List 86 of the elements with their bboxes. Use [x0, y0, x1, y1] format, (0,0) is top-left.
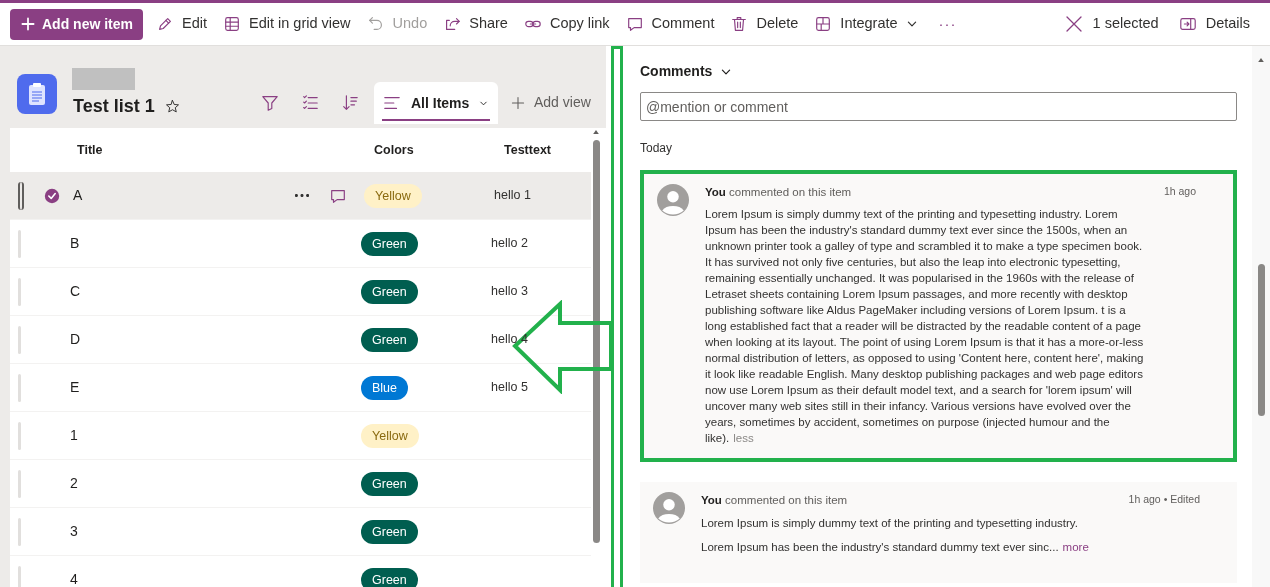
table-cell-text: hello 2: [491, 235, 528, 253]
table-cell-text: hello 5: [491, 379, 528, 397]
day-label: Today: [640, 140, 674, 157]
checked-circle-icon: [44, 187, 60, 204]
color-tag: Green: [361, 471, 418, 497]
share-icon: [443, 15, 462, 33]
color-tag: Green: [361, 231, 418, 257]
star-icon: [164, 99, 180, 114]
toggle-link[interactable]: more: [1062, 540, 1089, 553]
comment-input[interactable]: @mention or comment: [640, 92, 1237, 121]
column-header[interactable]: Testtext: [504, 140, 551, 160]
integrate-button[interactable]: Integrate: [807, 8, 925, 40]
comment-button[interactable]: Comment: [618, 8, 722, 40]
avatar-icon: [657, 184, 689, 216]
plus-icon: [20, 16, 36, 32]
row-title: 1: [70, 426, 79, 445]
color-tag: Green: [361, 519, 418, 545]
list-title: Test list 1: [73, 95, 155, 118]
scroll-up-icon: [1257, 56, 1265, 64]
color-tag: Blue: [361, 375, 409, 401]
comment-text: Lorem Ipsum is simply dummy text of the printing and typesetting industry.: [701, 515, 1079, 531]
row-title: C: [70, 282, 82, 301]
color-tag: Yellow: [361, 423, 419, 449]
redacted-block: [72, 68, 135, 90]
more-button[interactable]: ···: [926, 8, 969, 40]
undo-icon: [366, 15, 385, 33]
row-title: E: [70, 378, 81, 397]
details-button[interactable]: Details: [1172, 8, 1256, 40]
drag-handle[interactable]: [18, 517, 21, 546]
comment-text: Lorem Ipsum is simply dummy text of the printing and typesetting industry. Lorem Ipsum has been the industry's standard dummy text ever since the 1500s, when an unknown printer took a galley of type and scrambled it to make a type specimen book. It has survived not only five centuries, but also the leap into electronic typesetting, remaining essentially unchanged. It was popularised in the 1960s with the release of Letraset sheets containing Lorem Ipsum passages, and more recently with desktop publishing software like Aldus PageMaker including versions of Lorem Ipsum. t is a long established fact that a reader will be distracted by the readable content of a page when looking at its layout. The point of using Lorem Ipsum is that it has a more-or-less normal distribution of letters, as opposed to using 'Content here, content here', making it look like readable English. Many desktop publishing packages and web page editors now use Lorem Ipsum as their default model text, and a search for 'lorem ipsum' will uncover many web sites still in their infancy. Various versions have evolved over the years, sometimes by accident, sometimes on purpose (injected humour and the like). less: [705, 207, 1145, 447]
edit-button[interactable]: Edit: [149, 8, 214, 40]
scrollbar-thumb[interactable]: [592, 140, 600, 543]
list-options-icon: [301, 94, 319, 112]
row-title: 3: [70, 522, 79, 541]
integrate-icon: [814, 15, 833, 33]
toggle-link[interactable]: less: [733, 432, 754, 445]
link-button[interactable]: Copy link: [516, 8, 617, 40]
color-tag: Green: [361, 567, 418, 587]
avatar-icon: [653, 492, 685, 525]
sort-icon: [341, 94, 359, 112]
drag-handle[interactable]: [18, 277, 21, 306]
trash-icon: [730, 15, 749, 33]
comment-text: Lorem Ipsum has been the industry's standard dummy text ever sinc... more: [701, 539, 1090, 555]
scroll-up-icon: [592, 128, 600, 136]
clear-selection-button[interactable]: 1 selected: [1057, 8, 1165, 40]
row-title: B: [70, 234, 81, 253]
pencil-icon: [156, 15, 174, 33]
share-button[interactable]: Share: [436, 8, 515, 40]
comment-author-line: You commented on this item: [705, 185, 852, 200]
color-tag: Green: [361, 327, 418, 353]
grid-icon: [223, 15, 241, 33]
column-header[interactable]: Colors: [374, 140, 504, 160]
comment-author-line: You commented on this item: [701, 493, 848, 509]
add-button[interactable]: Add new item: [10, 8, 143, 40]
plus-icon: [510, 94, 526, 111]
table-cell-text: hello 1: [494, 187, 531, 205]
table-cell-text: hello 3: [491, 283, 528, 301]
list-row[interactable]: A Yellow hello 1: [10, 172, 591, 220]
row-title: 2: [70, 474, 79, 493]
view-lines-icon: [383, 94, 401, 112]
color-tag: Green: [361, 279, 418, 305]
row-title: A: [73, 186, 84, 205]
comment-time: 1h ago: [1163, 184, 1196, 199]
drag-handle[interactable]: [18, 469, 21, 498]
row-title: D: [70, 330, 82, 349]
delete-button[interactable]: Delete: [723, 8, 806, 40]
comment-icon: [625, 15, 644, 33]
add-view-button[interactable]: Add view: [510, 92, 591, 113]
comment-time: 1h ago • Edited: [1128, 492, 1200, 508]
more-icon: [295, 194, 309, 197]
drag-handle[interactable]: [18, 421, 21, 450]
drag-handle[interactable]: [18, 325, 21, 354]
color-tag: Yellow: [364, 183, 422, 209]
drag-handle[interactable]: [18, 373, 21, 402]
list-logo: [17, 74, 57, 114]
details-pane-icon: [1178, 15, 1197, 33]
column-header[interactable]: Title: [77, 140, 374, 160]
comments-toggle[interactable]: Comments: [640, 61, 1238, 82]
drag-handle[interactable]: [18, 229, 21, 258]
grid-button[interactable]: Edit in grid view: [216, 8, 358, 40]
row-title: 4: [70, 570, 79, 587]
filter-icon: [261, 94, 279, 112]
scrollbar-thumb[interactable]: [1257, 264, 1265, 416]
drag-handle[interactable]: [18, 181, 24, 210]
drag-handle[interactable]: [18, 565, 21, 587]
view-tab[interactable]: All Items: [374, 82, 498, 124]
